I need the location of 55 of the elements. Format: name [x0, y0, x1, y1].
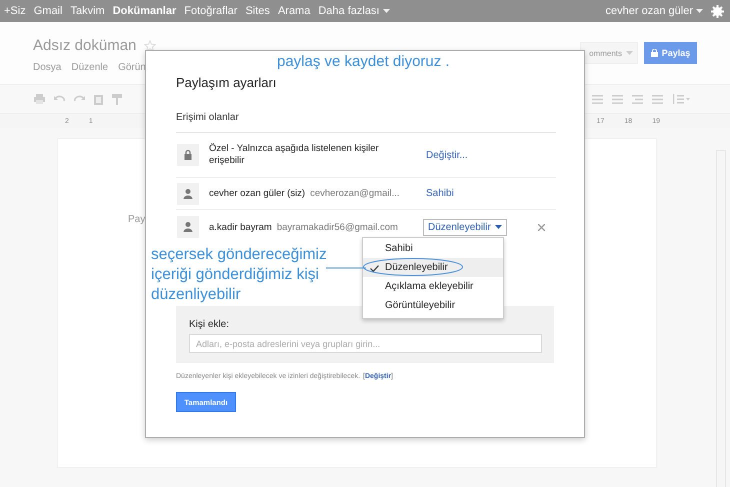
person-name: a.kadir bayram	[209, 222, 272, 232]
leader-line	[326, 267, 366, 269]
field-label: Kişi ekle:	[189, 319, 230, 331]
close-icon[interactable]	[538, 224, 545, 230]
nav-link[interactable]: Fotoğraflar	[184, 5, 238, 17]
star-icon	[144, 40, 156, 52]
role-label: Sahibi	[426, 188, 454, 199]
caret-icon	[626, 51, 633, 55]
menu-item[interactable]: Düzenleyebilir	[363, 258, 503, 277]
nav-link[interactable]: Takvim	[70, 5, 105, 17]
nav-link[interactable]: Sites	[245, 5, 270, 17]
person-icon	[177, 182, 199, 204]
comments-button[interactable]: omments	[580, 42, 638, 64]
line-spacing-icon[interactable]	[672, 94, 690, 104]
nav-link[interactable]: Daha fazlası	[318, 5, 390, 17]
section-label: Erişimi olanlar	[176, 112, 239, 124]
change-link[interactable]: Değiştir...	[426, 150, 468, 160]
share-button[interactable]: Paylaş	[644, 42, 697, 64]
lock-icon	[177, 144, 199, 166]
account-menu[interactable]: cevher ozan güler	[606, 5, 703, 17]
annotation-text: paylaş ve kaydet diyoruz .	[277, 53, 450, 71]
nav-link[interactable]: +Siz	[4, 5, 26, 17]
menu-item[interactable]: Açıklama ekleyebilir	[363, 277, 503, 296]
page-text: Pay	[128, 214, 146, 225]
person-email: bayramakadir56@gmail.com	[276, 222, 398, 232]
check-icon	[370, 265, 379, 272]
caret-icon	[696, 9, 703, 13]
access-description: Özel - Yalnızca aşağıda listelenen kişiler erişebilir	[209, 143, 380, 167]
align-icon[interactable]	[612, 94, 623, 104]
people-input-field[interactable]: Adları, e-posta adreslerini veya grupları girin...	[189, 334, 542, 353]
menu-item[interactable]: Görüntüleyebilir	[363, 296, 503, 315]
align-icon[interactable]	[652, 94, 663, 104]
dialog-title: Paylaşım ayarları	[176, 75, 276, 91]
annotation-text: seçersek göndereceğimiz içeriği gönderdiğimiz kişi düzenliyebilir	[151, 245, 328, 305]
person-email: cevherozan@gmail...	[310, 188, 400, 199]
person-icon	[177, 216, 199, 238]
menu-item[interactable]: Düzenle	[71, 62, 108, 73]
person-name: cevher ozan güler (siz)	[209, 188, 306, 199]
caret-icon	[382, 9, 390, 13]
role-dropdown[interactable]: Düzenleyebilir	[423, 218, 507, 236]
settings-icon[interactable]	[711, 4, 724, 18]
align-icon[interactable]	[632, 94, 643, 104]
print-icon[interactable]	[34, 94, 45, 104]
nav-link[interactable]: Dokümanlar	[112, 5, 176, 17]
align-icon[interactable]	[592, 94, 603, 104]
undo-icon[interactable]	[54, 95, 65, 103]
caret-icon	[494, 225, 502, 229]
nav-link[interactable]: Gmail	[34, 5, 62, 17]
document-title[interactable]: Adsız doküman	[33, 37, 136, 54]
menu-item[interactable]: Dosya	[33, 62, 62, 73]
lock-icon	[650, 49, 658, 57]
menu-item[interactable]: Sahibi	[363, 239, 503, 258]
menu-item[interactable]: Görün	[118, 62, 146, 73]
nav-link[interactable]: Arama	[278, 5, 310, 17]
redo-icon[interactable]	[74, 95, 85, 103]
